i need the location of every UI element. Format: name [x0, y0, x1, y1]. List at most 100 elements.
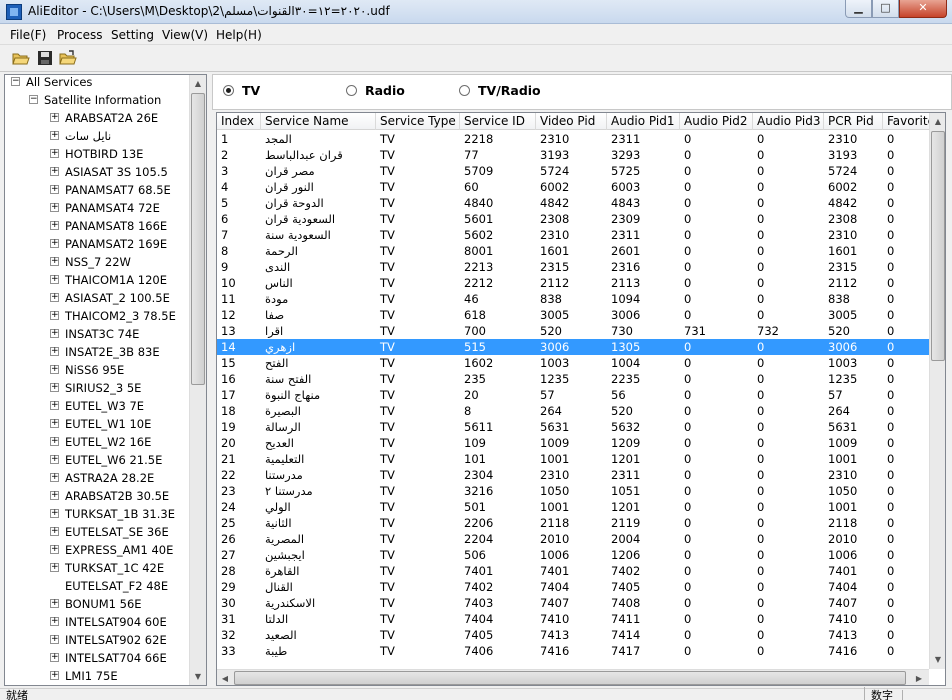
column-header[interactable]: Audio Pid3 [753, 113, 824, 130]
table-row[interactable]: 17 منهاج النبوة TV 20 57 56 0 0 57 0 [217, 387, 929, 403]
grid-body[interactable]: 1 المجد TV 2218 2310 2311 0 0 2310 0 2 قران عبدالبا… [217, 131, 929, 669]
tree-item-satellite[interactable]: + NiSS6 95E [50, 361, 124, 379]
grid-vertical-scrollbar[interactable]: ▲ ▼ [929, 113, 945, 669]
column-header[interactable]: Service Name [261, 113, 376, 130]
expand-icon[interactable]: + [50, 671, 59, 680]
satellite-tree[interactable]: − All Services − Satellite Information + ARAB… [4, 74, 207, 686]
expand-icon[interactable]: + [50, 635, 59, 644]
table-row[interactable]: 20 العديح TV 109 1009 1209 0 0 1009 0 [217, 435, 929, 451]
minimize-button[interactable]: ▁ [845, 0, 872, 18]
tree-item-satellite[interactable]: EUTELSAT_F2 48E [50, 577, 168, 595]
tree-item-satellite[interactable]: + THAICOM2_3 78.5E [50, 307, 176, 325]
expand-icon[interactable]: + [50, 383, 59, 392]
tree-item-satellite[interactable]: + INSAT3C 74E [50, 325, 139, 343]
tree-item-satellite[interactable]: + BONUM1 56E [50, 595, 142, 613]
tree-item-satellite[interactable]: + PANAMSAT8 166E [50, 217, 167, 235]
column-header[interactable]: Audio Pid1 [607, 113, 680, 130]
menu-help[interactable]: Help(H) [216, 27, 262, 43]
open-folder-icon[interactable] [12, 49, 32, 69]
table-row[interactable]: 6 السعودية قران TV 5601 2308 2309 0 0 2308 0 [217, 211, 929, 227]
expand-icon[interactable]: + [50, 509, 59, 518]
table-row[interactable]: 1 المجد TV 2218 2310 2311 0 0 2310 0 [217, 131, 929, 147]
table-row[interactable]: 7 السعودية سنة TV 5602 2310 2311 0 0 2310 0 [217, 227, 929, 243]
tree-item-satellite[interactable]: + EUTEL_W1 10E [50, 415, 151, 433]
scroll-up-arrow-icon[interactable]: ▲ [190, 75, 206, 92]
expand-icon[interactable]: + [50, 491, 59, 500]
table-row[interactable]: 23 مدرستنا ٢ TV 3216 1050 1051 0 0 1050 0 [217, 483, 929, 499]
radio-tv-radio[interactable]: TV/Radio [459, 83, 541, 98]
column-header[interactable]: Index [217, 113, 261, 130]
table-row[interactable]: 28 القاهرة TV 7401 7401 7402 0 0 7401 0 [217, 563, 929, 579]
tree-item-satellite[interactable]: + ASIASAT 3S 105.5 [50, 163, 168, 181]
table-row[interactable]: 27 ايجبشين TV 506 1006 1206 0 0 1006 0 [217, 547, 929, 563]
expand-icon[interactable]: + [50, 275, 59, 284]
tree-root[interactable]: − All Services [11, 75, 92, 91]
menu-process[interactable]: Process [57, 27, 103, 43]
table-row[interactable]: 5 الدوحة قران TV 4840 4842 4843 0 0 4842 0 [217, 195, 929, 211]
tree-item-satellite[interactable]: + EUTELSAT_SE 36E [50, 523, 169, 541]
tree-item-satellite[interactable]: + HOTBIRD 13E [50, 145, 143, 163]
tree-item-satellite[interactable]: + نايل سات [50, 127, 111, 145]
expand-icon[interactable]: + [50, 653, 59, 662]
tree-item-satellite[interactable]: + SIRIUS2_3 5E [50, 379, 141, 397]
radio-tv[interactable]: TV [223, 83, 260, 98]
table-row[interactable]: 4 النور قران TV 60 6002 6003 0 0 6002 0 [217, 179, 929, 195]
expand-icon[interactable]: + [50, 545, 59, 554]
table-row[interactable]: 22 مدرستنا TV 2304 2310 2311 0 0 2310 0 [217, 467, 929, 483]
tree-scroll-thumb[interactable] [191, 93, 205, 385]
menu-setting[interactable]: Setting [111, 27, 154, 43]
column-header[interactable]: Video Pid [536, 113, 607, 130]
table-row[interactable]: 30 الاسكندرية TV 7403 7407 7408 0 0 7407 0 [217, 595, 929, 611]
grid-horizontal-scrollbar[interactable]: ◀ ▶ [217, 669, 929, 685]
close-button[interactable]: ✕ [899, 0, 947, 18]
tree-item-satellite[interactable]: + ARABSAT2A 26E [50, 109, 158, 127]
tree-group[interactable]: − Satellite Information [29, 91, 161, 109]
expand-icon[interactable]: + [50, 113, 59, 122]
tree-item-satellite[interactable]: + ARABSAT2B 30.5E [50, 487, 169, 505]
table-row[interactable]: 18 البصيرة TV 8 264 520 0 0 264 0 [217, 403, 929, 419]
tree-item-satellite[interactable]: + INTELSAT902 62E [50, 631, 167, 649]
expand-icon[interactable]: + [50, 257, 59, 266]
expand-icon[interactable]: + [50, 455, 59, 464]
scroll-right-arrow-icon[interactable]: ▶ [911, 670, 927, 685]
tree-vertical-scrollbar[interactable]: ▲ ▼ [189, 75, 206, 685]
table-row[interactable]: 19 الرسالة TV 5611 5631 5632 0 0 5631 0 [217, 419, 929, 435]
expand-icon[interactable]: + [50, 347, 59, 356]
scroll-down-arrow-icon[interactable]: ▼ [930, 651, 945, 668]
expand-icon[interactable]: + [50, 311, 59, 320]
maximize-button[interactable]: □ [872, 0, 899, 18]
collapse-icon[interactable]: − [11, 77, 20, 86]
table-row[interactable]: 8 الرحمة TV 8001 1601 2601 0 0 1601 0 [217, 243, 929, 259]
table-row[interactable]: 11 مودة TV 46 838 1094 0 0 838 0 [217, 291, 929, 307]
services-grid[interactable]: Index Service Name Service Type Service ID V… [216, 112, 946, 686]
tree-item-satellite[interactable]: + INSAT2E_3B 83E [50, 343, 160, 361]
tree-item-satellite[interactable]: + ASTRA2A 28.2E [50, 469, 154, 487]
grid-scroll-thumb[interactable] [931, 131, 945, 361]
tree-item-satellite[interactable]: + EUTEL_W2 16E [50, 433, 151, 451]
expand-icon[interactable]: + [50, 293, 59, 302]
tree-item-satellite[interactable]: + INTELSAT904 60E [50, 613, 167, 631]
expand-icon[interactable]: + [50, 131, 59, 140]
tree-item-satellite[interactable]: + EUTEL_W6 21.5E [50, 451, 162, 469]
expand-icon[interactable]: + [50, 437, 59, 446]
tree-item-satellite[interactable]: + EXPRESS_AM1 40E [50, 541, 173, 559]
scroll-up-arrow-icon[interactable]: ▲ [930, 113, 945, 130]
tree-item-satellite[interactable]: + TURKSAT_1B 31.3E [50, 505, 175, 523]
open-file-icon[interactable] [59, 49, 79, 69]
tree-item-satellite[interactable]: + PANAMSAT7 68.5E [50, 181, 171, 199]
scroll-left-arrow-icon[interactable]: ◀ [217, 670, 233, 685]
expand-icon[interactable]: + [50, 149, 59, 158]
tree-item-satellite[interactable]: + NSS_7 22W [50, 253, 131, 271]
expand-icon[interactable]: + [50, 401, 59, 410]
expand-icon[interactable]: + [50, 365, 59, 374]
expand-icon[interactable]: + [50, 473, 59, 482]
radio-radio[interactable]: Radio [346, 83, 405, 98]
expand-icon[interactable]: + [50, 239, 59, 248]
expand-icon[interactable]: + [50, 167, 59, 176]
table-row[interactable]: 32 الصعيد TV 7405 7413 7414 0 0 7413 0 [217, 627, 929, 643]
table-row[interactable]: 29 القنال TV 7402 7404 7405 0 0 7404 0 [217, 579, 929, 595]
column-header[interactable]: Service Type [376, 113, 460, 130]
table-row[interactable]: 3 مصر قران TV 5709 5724 5725 0 0 5724 0 [217, 163, 929, 179]
menu-view[interactable]: View(V) [162, 27, 208, 43]
expand-icon[interactable]: + [50, 203, 59, 212]
